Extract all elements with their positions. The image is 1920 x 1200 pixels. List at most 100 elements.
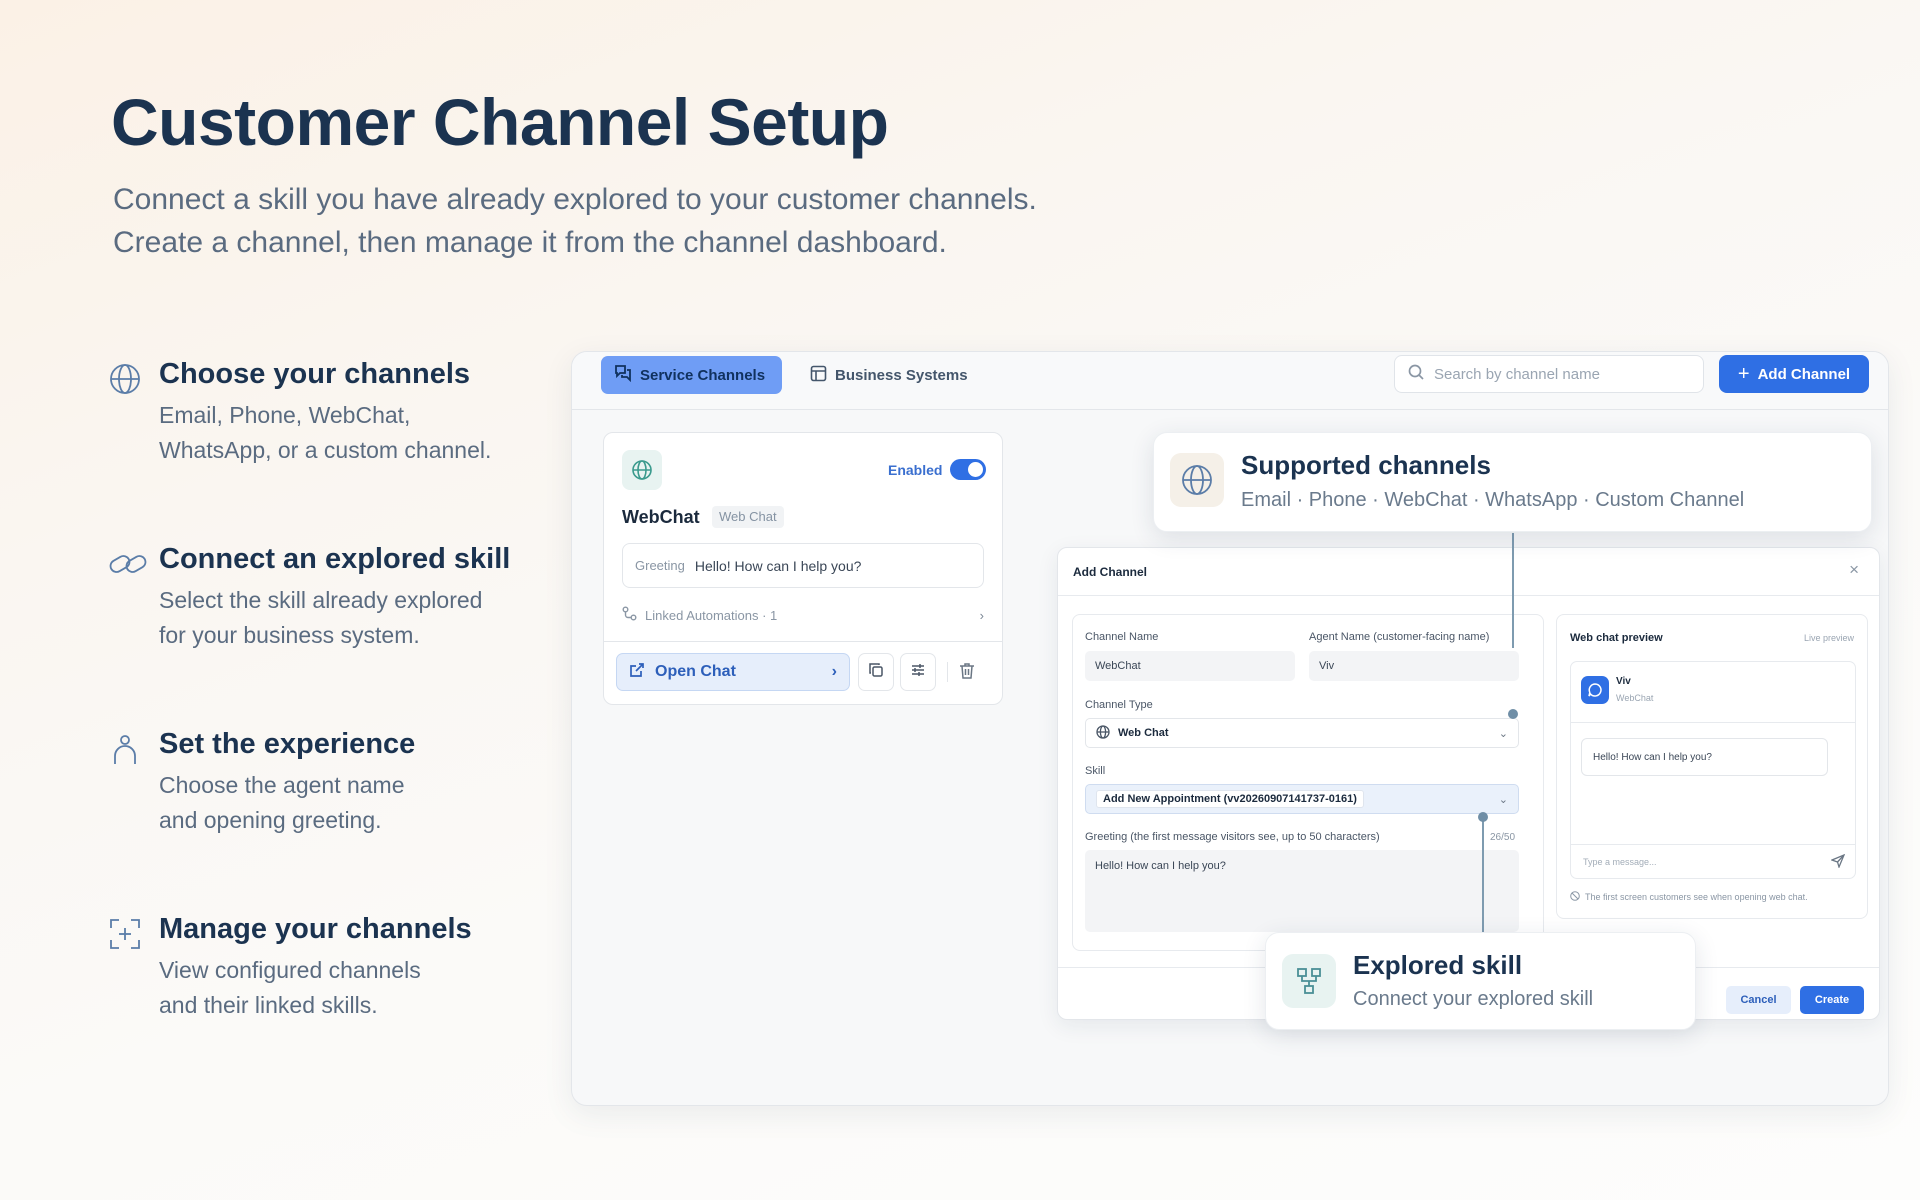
search-placeholder: Search by channel name	[1434, 365, 1600, 383]
globe-icon	[1170, 453, 1224, 507]
send-icon[interactable]	[1830, 853, 1846, 873]
close-icon[interactable]: ×	[1849, 560, 1859, 580]
channel-type-badge: Web Chat	[712, 506, 784, 528]
globe-icon	[108, 362, 142, 396]
agent-name-label: Agent Name (customer-facing name)	[1309, 631, 1490, 643]
explored-skill-title: Explored skill	[1353, 950, 1523, 980]
supported-channels-callout: Supported channels Email · Phone · WebCh…	[1153, 432, 1872, 532]
page-subtitle: Connect a skill you have already explore…	[113, 178, 1037, 264]
delete-button[interactable]	[959, 662, 975, 685]
feature-desc: Email, Phone, WebChat, WhatsApp, or a cu…	[159, 398, 559, 468]
add-channel-label: Add Channel	[1757, 365, 1851, 383]
cancel-button[interactable]: Cancel	[1726, 986, 1791, 1014]
link-icon	[108, 547, 147, 581]
greeting-char-count: 26/50	[1490, 832, 1516, 843]
search-input[interactable]: Search by channel name	[1394, 355, 1704, 393]
connector-dot	[1478, 812, 1488, 822]
web-chat-preview: Web chat preview Live preview Viv WebCha…	[1556, 614, 1868, 919]
explored-skill-callout: Explored skill Connect your explored ski…	[1265, 932, 1696, 1030]
channel-type-value: Web Chat	[1118, 727, 1169, 739]
feature-desc-line: and opening greeting.	[159, 807, 382, 833]
feature-desc-line: for your business system.	[159, 622, 420, 648]
greeting-value: Hello! How can I help you?	[694, 557, 862, 574]
feature-title: Set the experience	[159, 728, 416, 760]
chevron-right-icon: ›	[831, 663, 837, 680]
agent-name-field[interactable]: Viv	[1309, 651, 1519, 681]
chevron-down-icon: ⌄	[1498, 727, 1508, 740]
feature-desc-line: WhatsApp, or a custom channel.	[159, 437, 492, 463]
globe-icon	[1096, 724, 1110, 742]
feature-desc: Select the skill already explored for yo…	[159, 583, 559, 653]
external-link-icon	[629, 662, 645, 683]
explored-skill-desc: Connect your explored skill	[1353, 988, 1594, 1010]
chat-divider	[1571, 844, 1855, 845]
live-preview-label: Live preview	[1803, 633, 1854, 643]
search-icon	[1408, 364, 1424, 384]
greeting-label: Greeting	[635, 558, 685, 573]
app-window: Service Channels Business Systems Search…	[571, 351, 1889, 1106]
feature-desc-line: Email, Phone, WebChat,	[159, 402, 411, 428]
modal-title: Add Channel	[1073, 565, 1147, 579]
feature-desc-line: and their linked skills.	[159, 992, 378, 1018]
open-chat-label: Open Chat	[655, 663, 736, 680]
hierarchy-icon	[1282, 954, 1336, 1008]
agent-name: Viv	[1616, 676, 1631, 687]
channel-name-label: Channel Name	[1085, 631, 1159, 643]
open-chat-button[interactable]: Open Chat ›	[616, 653, 850, 691]
chat-divider	[1571, 722, 1855, 723]
layout-icon	[810, 365, 827, 386]
page-title: Customer Channel Setup	[111, 85, 889, 159]
chevron-down-icon: ⌄	[1498, 793, 1508, 806]
feature-desc-line: View configured channels	[159, 957, 421, 983]
status-label: Enabled	[888, 462, 943, 478]
feature-desc-line: Select the skill already explored	[159, 587, 483, 613]
tab-label: Service Channels	[640, 366, 766, 384]
chat-icon	[614, 364, 632, 386]
plus-icon: +	[1737, 363, 1750, 385]
linked-automations-label: Linked Automations · 1	[645, 607, 778, 623]
connector-line	[1482, 818, 1484, 936]
greeting-label: Greeting (the first message visitors see…	[1085, 831, 1380, 843]
feature-desc: Choose the agent name and opening greeti…	[159, 768, 559, 838]
app-toolbar: Service Channels Business Systems Search…	[572, 352, 1888, 410]
agent-avatar	[1581, 676, 1609, 704]
info-icon	[1570, 891, 1580, 903]
skill-value: Add New Appointment (vv20260907141737-01…	[1096, 790, 1364, 808]
preview-note-text: The first screen customers see when open…	[1585, 892, 1808, 902]
skill-select[interactable]: Add New Appointment (vv20260907141737-01…	[1085, 784, 1519, 814]
copy-button[interactable]	[858, 653, 894, 691]
person-icon	[108, 732, 142, 766]
channel-name-field[interactable]: WebChat	[1085, 651, 1295, 681]
channel-title: WebChat	[622, 507, 700, 527]
linked-automations-row[interactable]: Linked Automations · 1 ›	[622, 606, 984, 624]
card-divider	[604, 641, 1002, 642]
channel-type-label: Channel Type	[1085, 699, 1153, 711]
sliders-icon	[910, 662, 926, 683]
settings-button[interactable]	[900, 653, 936, 691]
subtitle-line-1: Connect a skill you have already explore…	[113, 183, 1037, 216]
create-button[interactable]: Create	[1800, 986, 1864, 1014]
automation-icon	[622, 606, 637, 624]
add-channel-button[interactable]: + Add Channel	[1719, 355, 1869, 393]
tab-business-systems[interactable]: Business Systems	[797, 356, 981, 394]
supported-channels-title: Supported channels	[1241, 450, 1491, 480]
greeting-bubble: Hello! How can I help you?	[1581, 738, 1828, 776]
greeting-textarea[interactable]: Hello! How can I help you?	[1085, 850, 1519, 932]
greeting-display: Greeting Hello! How can I help you?	[622, 543, 984, 588]
channel-form: Channel Name WebChat Agent Name (custome…	[1072, 614, 1544, 951]
tab-service-channels[interactable]: Service Channels	[601, 356, 782, 394]
preview-note: The first screen customers see when open…	[1570, 891, 1808, 903]
channel-type-select[interactable]: Web Chat ⌄	[1085, 718, 1519, 748]
feature-desc-line: Choose the agent name	[159, 772, 405, 798]
supported-channels-list: Email · Phone · WebChat · WhatsApp · Cus…	[1241, 489, 1745, 511]
skill-label: Skill	[1085, 765, 1106, 777]
feature-title: Manage your channels	[159, 913, 472, 945]
action-separator	[947, 662, 948, 682]
copy-icon	[868, 662, 884, 683]
enabled-toggle[interactable]	[950, 459, 986, 480]
message-input[interactable]: Type a message...	[1583, 857, 1657, 867]
modal-header: Add Channel ×	[1058, 548, 1879, 596]
channel-card-webchat[interactable]: Enabled WebChat Web Chat Greeting Hello!…	[603, 432, 1003, 705]
chevron-right-icon: ›	[979, 607, 984, 623]
feature-title: Choose your channels	[159, 358, 471, 390]
